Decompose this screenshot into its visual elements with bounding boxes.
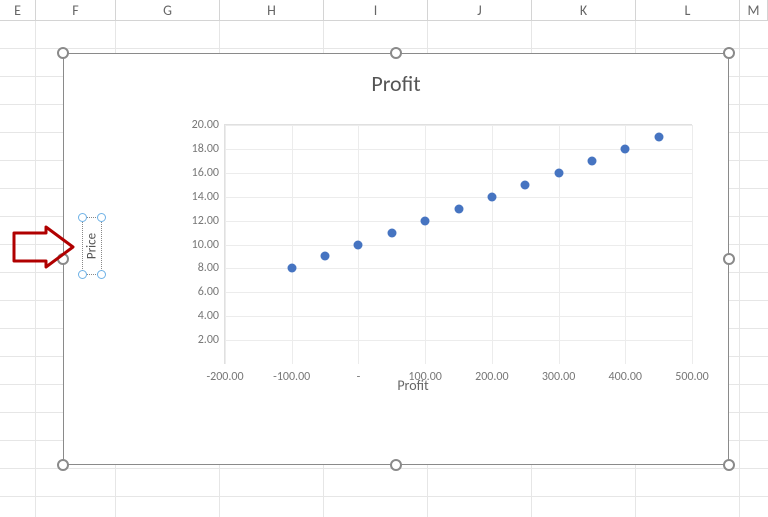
data-point[interactable]: [354, 240, 363, 249]
resize-handle-right[interactable]: [723, 253, 735, 265]
data-point[interactable]: [621, 144, 630, 153]
resize-handle-top-right[interactable]: [723, 47, 735, 59]
y-axis-title[interactable]: Price: [85, 233, 100, 259]
chart-title[interactable]: Profit: [64, 70, 728, 97]
data-point[interactable]: [287, 264, 296, 273]
data-point[interactable]: [321, 252, 330, 261]
column-header-J[interactable]: J: [428, 0, 532, 21]
h-gridline: [225, 340, 692, 341]
h-gridline: [225, 221, 692, 222]
chart-object[interactable]: Profit 20.00 18.00 16.00 14.00 12.00 10.00 8.0…: [63, 53, 729, 465]
data-point[interactable]: [487, 192, 496, 201]
x-axis-title[interactable]: Profit: [114, 377, 712, 394]
data-point[interactable]: [554, 168, 563, 177]
h-gridline: [225, 316, 692, 317]
v-gridline: [425, 125, 426, 364]
resize-handle-top[interactable]: [390, 47, 402, 59]
data-point[interactable]: [654, 132, 663, 141]
column-header-L[interactable]: L: [636, 0, 740, 21]
y-tick-label: 6.00: [198, 285, 225, 299]
plot-area[interactable]: 20.00 18.00 16.00 14.00 12.00 10.00 8.00 6.00 4.…: [114, 114, 712, 402]
h-gridline: [225, 173, 692, 174]
plot-inner: 20.0018.0016.0014.0012.0010.008.006.004.…: [224, 124, 692, 364]
h-gridline: [225, 197, 692, 198]
column-header-K[interactable]: K: [532, 0, 636, 21]
v-gridline: [625, 125, 626, 364]
data-point[interactable]: [421, 216, 430, 225]
data-point[interactable]: [387, 228, 396, 237]
h-gridline: [225, 245, 692, 246]
column-header-E[interactable]: E: [0, 0, 36, 21]
column-header-H[interactable]: H: [220, 0, 324, 21]
data-point[interactable]: [521, 180, 530, 189]
column-header-G[interactable]: G: [116, 0, 220, 21]
column-header-I[interactable]: I: [324, 0, 428, 21]
column-header-M[interactable]: M: [740, 0, 768, 21]
y-tick-label: 14.00: [192, 190, 225, 204]
resize-handle-bottom-right[interactable]: [723, 459, 735, 471]
axis-title-handle-tl[interactable]: [78, 213, 87, 222]
y-tick-label: 18.00: [192, 142, 225, 156]
v-gridline: [225, 125, 226, 364]
data-point[interactable]: [587, 156, 596, 165]
h-gridline: [225, 125, 692, 126]
y-tick-label: 2.00: [198, 333, 225, 347]
resize-handle-top-left[interactable]: [57, 47, 69, 59]
v-gridline: [692, 125, 693, 364]
axis-title-handle-bl[interactable]: [78, 270, 87, 279]
y-axis-title-box[interactable]: Price: [82, 217, 102, 275]
y-tick-label: 20.00: [192, 118, 225, 132]
y-tick-label: 10.00: [192, 238, 225, 252]
y-tick-label: 4.00: [198, 309, 225, 323]
resize-handle-bottom-left[interactable]: [57, 459, 69, 471]
y-tick-label: 16.00: [192, 166, 225, 180]
y-tick-label: 8.00: [198, 261, 225, 275]
v-gridline: [492, 125, 493, 364]
resize-handle-bottom[interactable]: [390, 459, 402, 471]
v-gridline: [292, 125, 293, 364]
y-tick-label: 12.00: [192, 214, 225, 228]
h-gridline: [225, 292, 692, 293]
resize-handle-left[interactable]: [57, 253, 69, 265]
v-gridline: [559, 125, 560, 364]
data-point[interactable]: [454, 204, 463, 213]
column-headers: E F G H I J K L M: [0, 0, 768, 21]
axis-title-handle-tr[interactable]: [97, 213, 106, 222]
axis-title-handle-br[interactable]: [97, 270, 106, 279]
column-header-F[interactable]: F: [36, 0, 116, 21]
